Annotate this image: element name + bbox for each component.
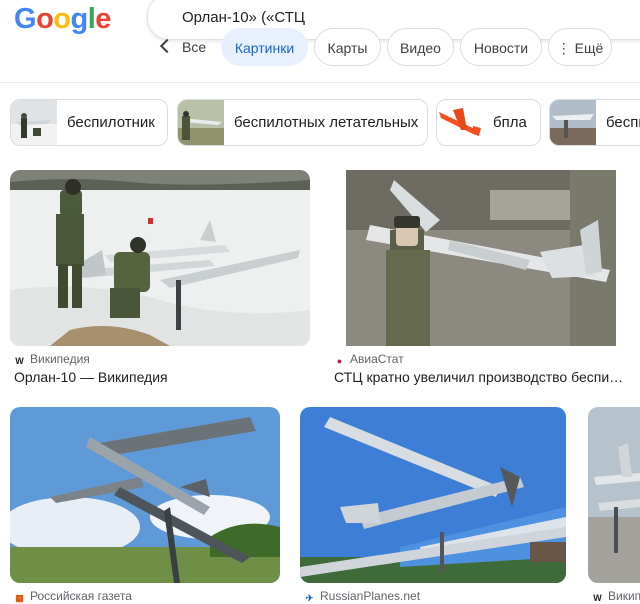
chip-label: бпла: [493, 114, 527, 131]
chip-2[interactable]: беспилотных летательных: [177, 99, 428, 146]
wikipedia-icon: W: [593, 593, 602, 603]
source-name: АвиаСтат: [350, 352, 404, 366]
result-source-1[interactable]: W Википедия: [14, 352, 90, 367]
result-image: [300, 407, 566, 583]
source-name: Википедия: [608, 589, 640, 603]
result-image: [10, 170, 310, 346]
source-name: RussianPlanes.net: [320, 589, 421, 603]
related-chips: беспилотник беспилотных летательных бпла…: [0, 99, 640, 147]
tab-news[interactable]: Новости: [460, 28, 542, 66]
image-result-4[interactable]: [300, 407, 566, 583]
result-image: [588, 407, 640, 583]
chip-thumbnail: [550, 100, 596, 145]
result-image: [10, 407, 280, 583]
tab-images[interactable]: Картинки: [221, 28, 308, 66]
chip-thumbnail: [178, 100, 224, 145]
source-name: Википедия: [30, 352, 90, 366]
wikipedia-icon: W: [15, 356, 24, 366]
tabs-divider: [0, 82, 640, 83]
result-source-2[interactable]: ● АвиаСтат: [334, 352, 404, 367]
image-result-2[interactable]: [330, 170, 628, 346]
chip-label: беспилотных летательных: [234, 114, 419, 131]
search-input[interactable]: [182, 5, 622, 29]
plane-icon: ✈: [305, 593, 314, 603]
chip-thumbnail: [437, 100, 483, 145]
tab-video[interactable]: Видео: [387, 28, 454, 66]
chevron-left-icon: [159, 38, 175, 54]
result-caption-2[interactable]: СТЦ кратно увеличил производство беспило…: [334, 369, 630, 385]
tab-more[interactable]: ⋮ Ещё: [548, 28, 612, 66]
chip-thumbnail: [11, 100, 57, 145]
result-image: [330, 170, 628, 346]
chip-label: беспилотник: [67, 114, 155, 131]
chip-3[interactable]: бпла: [436, 99, 541, 146]
chip-label: беспилот: [606, 114, 640, 131]
image-result-1[interactable]: [10, 170, 310, 346]
image-result-3[interactable]: [10, 407, 280, 583]
source-name: Российская газета: [30, 589, 132, 603]
tab-maps[interactable]: Карты: [314, 28, 381, 66]
search-tabs: Все Картинки Карты Видео Новости ⋮ Ещё: [0, 28, 640, 68]
back-all-tab[interactable]: Все: [150, 28, 208, 66]
image-result-5[interactable]: [588, 407, 640, 583]
rg-icon: ▦: [15, 593, 24, 603]
chip-1[interactable]: беспилотник: [10, 99, 168, 146]
back-all-label: Все: [182, 39, 207, 55]
chip-4[interactable]: беспилот: [549, 99, 640, 146]
result-caption-1[interactable]: Орлан-10 — Википедия: [14, 369, 310, 385]
aviastat-icon: ●: [336, 356, 343, 366]
